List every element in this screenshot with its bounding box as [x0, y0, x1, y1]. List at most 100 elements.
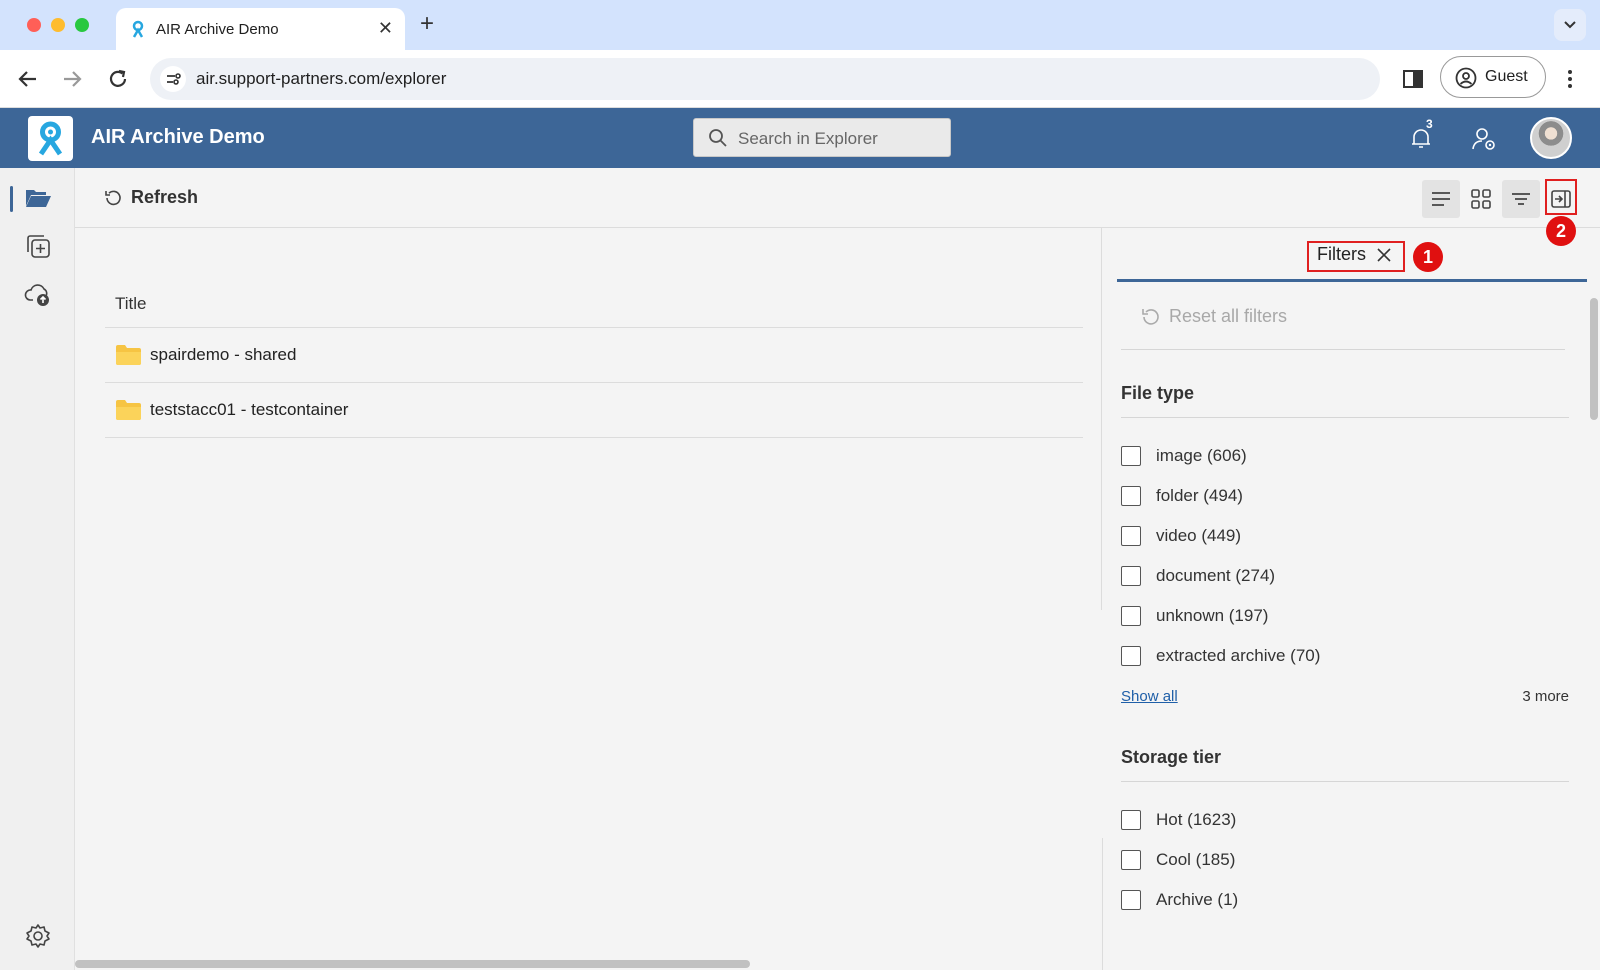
filter-option-label: extracted archive (70)	[1156, 646, 1321, 665]
refresh-icon	[105, 190, 121, 206]
checkbox[interactable]	[1121, 646, 1141, 666]
checkbox[interactable]	[1121, 526, 1141, 546]
new-tab-button[interactable]: +	[420, 11, 434, 37]
list-item[interactable]: spairdemo - shared	[105, 328, 1083, 383]
filter-section-file-type: File type image (606) folder (494) video…	[1121, 378, 1569, 714]
app-logo[interactable]	[28, 116, 73, 161]
checkbox[interactable]	[1121, 850, 1141, 870]
list-view-button[interactable]	[1422, 180, 1460, 218]
filter-option[interactable]: unknown (197)	[1121, 594, 1569, 634]
filter-panel-scrollbar[interactable]	[1590, 298, 1598, 420]
app-header: AIR Archive Demo Search in Explorer 3	[0, 108, 1600, 168]
favicon-icon	[132, 20, 144, 38]
column-header-title[interactable]: Title	[115, 294, 147, 314]
profile-button[interactable]: Guest	[1440, 56, 1546, 98]
list-item-name: teststacc01 - testcontainer	[150, 400, 349, 419]
filter-option-label: document (274)	[1156, 566, 1276, 585]
window-minimize-button[interactable]	[51, 18, 65, 32]
search-placeholder: Search in Explorer	[738, 129, 878, 148]
folder-icon	[116, 345, 141, 365]
explorer-search-input[interactable]: Search in Explorer	[693, 118, 951, 157]
side-panel-icon[interactable]	[1400, 66, 1426, 92]
checkbox[interactable]	[1121, 446, 1141, 466]
user-avatar[interactable]	[1530, 117, 1572, 159]
back-arrow-icon[interactable]	[15, 66, 41, 92]
settings-gear-icon[interactable]	[24, 922, 52, 950]
tab-title: AIR Archive Demo	[156, 21, 279, 38]
annotation-marker-1: 1	[1413, 242, 1443, 272]
list-view-icon	[1432, 192, 1450, 206]
tab-search-button[interactable]	[1554, 9, 1586, 41]
filter-option[interactable]: folder (494)	[1121, 474, 1569, 514]
list-item[interactable]: teststacc01 - testcontainer	[105, 383, 1083, 438]
grid-view-button[interactable]	[1462, 180, 1500, 218]
checkbox[interactable]	[1121, 890, 1141, 910]
window-close-button[interactable]	[27, 18, 41, 32]
filter-option[interactable]: extracted archive (70)	[1121, 634, 1569, 674]
checkbox[interactable]	[1121, 566, 1141, 586]
filter-option-label: image (606)	[1156, 446, 1247, 465]
filter-option-label: Cool (185)	[1156, 850, 1236, 869]
filter-option-label: Hot (1623)	[1156, 810, 1237, 829]
profile-icon	[1455, 67, 1477, 89]
annotation-box-1	[1307, 241, 1405, 272]
filter-toggle-button[interactable]	[1502, 180, 1540, 218]
filter-option-label: video (449)	[1156, 526, 1242, 545]
reload-icon[interactable]	[105, 66, 131, 92]
pane-divider-lower	[1102, 838, 1103, 970]
folder-open-icon[interactable]	[24, 184, 52, 212]
show-all-link[interactable]: Show all	[1121, 688, 1178, 705]
profile-label: Guest	[1485, 68, 1528, 85]
url-text[interactable]: air.support-partners.com/explorer	[196, 69, 446, 89]
filter-option-label: folder (494)	[1156, 486, 1243, 505]
filter-option[interactable]: Hot (1623)	[1121, 798, 1569, 838]
pane-divider[interactable]	[1101, 228, 1102, 610]
tab-close-icon[interactable]: ✕	[378, 18, 393, 38]
app-title: AIR Archive Demo	[91, 126, 265, 148]
reset-icon	[1142, 309, 1159, 325]
add-collection-icon[interactable]	[24, 232, 52, 260]
address-bar[interactable]: air.support-partners.com/explorer	[150, 58, 1380, 100]
annotation-box-2	[1545, 179, 1577, 215]
list-item-name: spairdemo - shared	[150, 345, 297, 364]
command-bar: Refresh 2	[75, 168, 1600, 246]
filter-option-label: unknown (197)	[1156, 606, 1269, 625]
reset-filters-button[interactable]: Reset all filters	[1121, 302, 1565, 350]
notification-count-badge: 3	[1426, 117, 1433, 131]
search-icon	[709, 129, 727, 147]
filter-section-storage-tier: Storage tier Hot (1623) Cool (185) Archi…	[1121, 742, 1569, 918]
more-menu-icon[interactable]	[1562, 66, 1578, 92]
filter-option[interactable]: Cool (185)	[1121, 838, 1569, 878]
cloud-upload-icon[interactable]	[24, 280, 52, 308]
filter-section-title: Storage tier	[1121, 742, 1569, 782]
site-settings-icon[interactable]	[160, 66, 186, 92]
filter-lines-icon	[1512, 193, 1530, 205]
checkbox[interactable]	[1121, 810, 1141, 830]
refresh-label: Refresh	[131, 187, 199, 207]
browser-toolbar: air.support-partners.com/explorer Guest	[0, 50, 1600, 108]
user-settings-icon[interactable]	[1470, 125, 1498, 153]
chevron-down-icon	[1564, 21, 1576, 29]
grid-view-icon	[1471, 189, 1491, 209]
browser-tab-active[interactable]: AIR Archive Demo ✕	[116, 8, 405, 50]
rail-active-indicator	[10, 186, 13, 212]
filter-option-label: Archive (1)	[1156, 890, 1239, 909]
checkbox[interactable]	[1121, 606, 1141, 626]
checkbox[interactable]	[1121, 486, 1141, 506]
window-zoom-button[interactable]	[75, 18, 89, 32]
explorer-list: Title spairdemo - shared teststacc01 - t…	[105, 280, 1083, 438]
filter-option[interactable]: document (274)	[1121, 554, 1569, 594]
filter-option[interactable]: image (606)	[1121, 434, 1569, 474]
reset-filters-label: Reset all filters	[1169, 306, 1288, 326]
logo-icon	[38, 121, 63, 156]
horizontal-scrollbar[interactable]	[75, 960, 750, 968]
filter-option[interactable]: video (449)	[1121, 514, 1569, 554]
left-navigation-rail	[0, 168, 75, 970]
list-header: Title	[105, 280, 1083, 328]
filter-option[interactable]: Archive (1)	[1121, 878, 1569, 918]
filter-panel-tabs: Filters 1	[1117, 228, 1587, 282]
more-count: 3 more	[1522, 688, 1569, 705]
folder-icon	[116, 400, 141, 420]
forward-arrow-icon[interactable]	[59, 66, 85, 92]
browser-tab-strip: AIR Archive Demo ✕ +	[0, 0, 1600, 50]
